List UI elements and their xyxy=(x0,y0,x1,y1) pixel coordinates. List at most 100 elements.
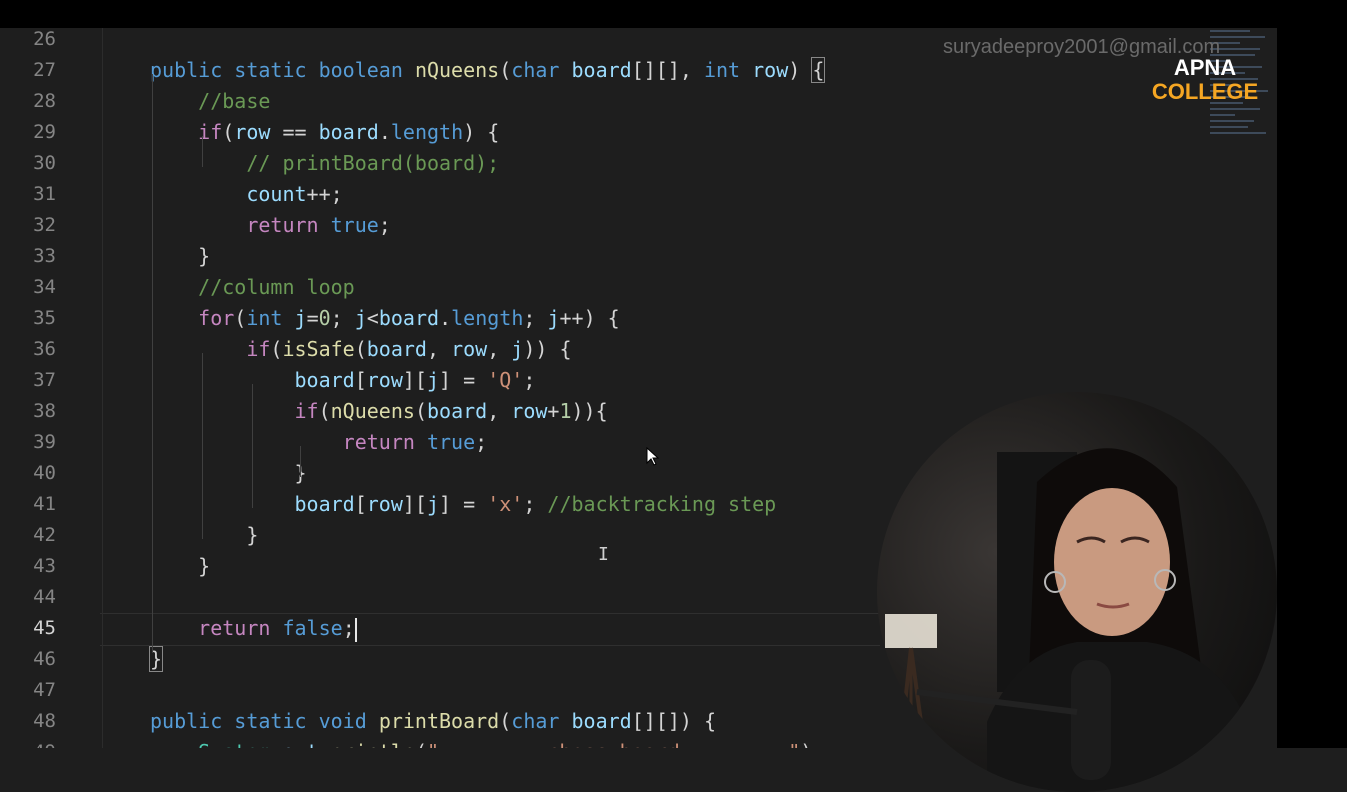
code-token: ( xyxy=(318,399,331,423)
code-token: j xyxy=(547,306,560,330)
code-token: nQueens xyxy=(414,58,500,82)
code-token: int xyxy=(703,58,741,82)
line-number: 49 xyxy=(0,737,56,748)
code-token: int xyxy=(246,306,283,330)
code-token: row xyxy=(366,492,403,516)
code-token: board xyxy=(318,120,379,144)
code-line[interactable]: 27 public static boolean nQueens(char boa… xyxy=(0,55,1277,86)
code-token: length xyxy=(451,306,524,330)
code-token: row xyxy=(752,58,789,82)
code-token: + xyxy=(547,399,560,423)
line-number: 40 xyxy=(33,462,56,484)
code-token: boolean xyxy=(318,58,403,82)
indent-guide xyxy=(202,353,203,539)
line-number: 45 xyxy=(33,617,56,639)
code-token: = xyxy=(306,306,319,330)
code-token: //backtracking step xyxy=(547,492,777,516)
apna-college-logo: APNA COLLEGE xyxy=(1150,56,1260,104)
logo-line-1: APNA xyxy=(1173,55,1237,80)
code-token: j xyxy=(426,368,440,392)
code-token: ; xyxy=(342,616,355,640)
code-line[interactable]: 28 //base xyxy=(0,86,1277,117)
code-token: ( xyxy=(414,399,427,423)
line-code: } xyxy=(150,520,258,551)
line-code: } xyxy=(150,551,210,582)
mouse-pointer-icon xyxy=(646,447,660,466)
code-token: false xyxy=(282,616,343,640)
code-line[interactable]: 36 if(isSafe(board, row, j)) { xyxy=(0,334,1277,365)
code-token: ++) { xyxy=(559,306,620,330)
code-token: ] = xyxy=(439,492,488,516)
code-token: nQueens xyxy=(330,399,415,423)
line-number: 26 xyxy=(33,28,56,50)
code-line[interactable]: 35 for(int j=0; j<board.length; j++) { xyxy=(0,303,1277,334)
webcam-overlay xyxy=(877,392,1277,792)
line-code: board[row][j] = 'Q'; xyxy=(150,365,536,396)
code-line[interactable]: 32 return true; xyxy=(0,210,1277,241)
code-token: for xyxy=(198,306,235,330)
code-token: row xyxy=(451,337,488,361)
code-token: j xyxy=(294,306,307,330)
line-number: 34 xyxy=(33,276,56,298)
code-token: [ xyxy=(354,492,367,516)
code-token: board xyxy=(366,337,427,361)
line-number: 36 xyxy=(33,338,56,360)
line-number: 31 xyxy=(33,183,56,205)
code-token: [][]) { xyxy=(631,709,717,733)
line-number: 48 xyxy=(33,710,56,732)
code-token: return xyxy=(198,616,271,640)
line-number: 42 xyxy=(33,524,56,546)
text-cursor-icon: I xyxy=(598,544,609,565)
code-token: ; xyxy=(378,213,391,237)
line-number: 46 xyxy=(33,648,56,670)
line-code: if(nQueens(board, row+1)){ xyxy=(150,396,608,427)
line-code: public static void printBoard(char board… xyxy=(150,706,716,737)
code-token: board xyxy=(294,492,355,516)
line-number: 44 xyxy=(33,586,56,608)
code-token: [][], xyxy=(631,58,704,82)
code-token: ++; xyxy=(306,182,343,206)
code-token: . xyxy=(378,120,391,144)
code-token: )) { xyxy=(523,337,572,361)
code-line[interactable]: 34 //column loop xyxy=(0,272,1277,303)
code-token: 0 xyxy=(318,306,331,330)
code-token: "-------- chess board --------" xyxy=(427,740,800,748)
code-token: return xyxy=(342,430,415,454)
code-line[interactable]: 29 if(row == board.length) { xyxy=(0,117,1277,148)
code-line[interactable]: 33 } xyxy=(0,241,1277,272)
code-token: row xyxy=(511,399,548,423)
code-token: return xyxy=(246,213,319,237)
line-number: 32 xyxy=(33,214,56,236)
code-token: void xyxy=(318,709,367,733)
line-number: 41 xyxy=(33,493,56,515)
code-line[interactable]: 31 count++; xyxy=(0,179,1277,210)
code-token: // printBoard(board); xyxy=(246,151,500,175)
indent-guide xyxy=(202,136,203,167)
code-token: char xyxy=(511,709,560,733)
code-token: 'Q' xyxy=(487,368,524,392)
line-number: 28 xyxy=(33,90,56,112)
line-code: return true; xyxy=(150,427,488,458)
code-token: ; xyxy=(523,492,548,516)
code-token: static xyxy=(234,709,307,733)
code-token: static xyxy=(234,58,307,82)
code-line[interactable]: 30 // printBoard(board); xyxy=(0,148,1277,179)
code-token: , xyxy=(487,337,512,361)
line-code: count++; xyxy=(150,179,343,210)
code-token: row xyxy=(234,120,271,144)
code-token: } xyxy=(246,523,259,547)
